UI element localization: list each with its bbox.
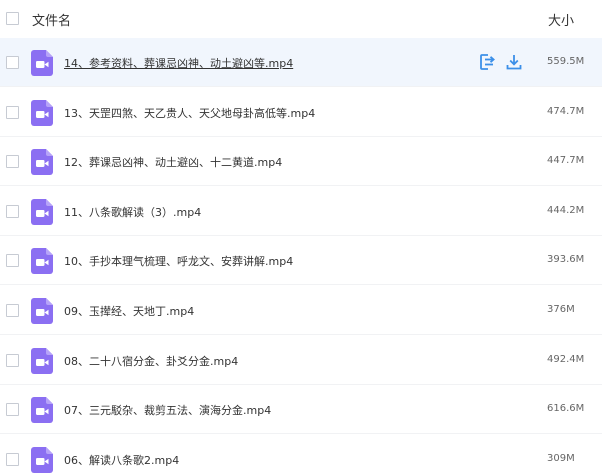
file-name[interactable]: 13、天罡四煞、天乙贵人、天父地母卦高低等.mp4: [64, 105, 315, 121]
download-icon[interactable]: [505, 53, 523, 71]
file-row[interactable]: 14、参考资料、葬课忌凶神、动土避凶等.mp4 559.5M: [0, 38, 602, 87]
file-size: 492.4M: [547, 354, 585, 365]
file-row[interactable]: 08、二十八宿分金、卦爻分金.mp4 492.4M: [0, 336, 602, 385]
video-file-icon: [31, 100, 53, 126]
file-name[interactable]: 11、八条歌解读（3）.mp4: [64, 204, 201, 220]
file-list-header: 文件名 大小: [0, 0, 602, 38]
file-name[interactable]: 07、三元駁杂、裁剪五法、演海分金.mp4: [64, 402, 271, 418]
video-file-icon: [31, 248, 53, 274]
file-row[interactable]: 13、天罡四煞、天乙贵人、天父地母卦高低等.mp4 474.7M: [0, 88, 602, 137]
file-size: 447.7M: [547, 155, 585, 166]
file-size: 474.7M: [547, 106, 585, 117]
file-name[interactable]: 08、二十八宿分金、卦爻分金.mp4: [64, 353, 238, 369]
row-checkbox[interactable]: [6, 403, 19, 416]
file-name[interactable]: 12、葬课忌凶神、动土避凶、十二黄道.mp4: [64, 154, 282, 170]
file-row[interactable]: 09、玉撵经、天地丁.mp4 376M: [0, 286, 602, 335]
row-checkbox[interactable]: [6, 155, 19, 168]
row-checkbox[interactable]: [6, 453, 19, 466]
file-size: 616.6M: [547, 403, 585, 414]
file-name[interactable]: 06、解读八条歌2.mp4: [64, 452, 179, 468]
column-header-name[interactable]: 文件名: [32, 10, 71, 29]
video-file-icon: [31, 397, 53, 423]
open-icon[interactable]: [479, 53, 497, 71]
video-file-icon: [31, 50, 53, 76]
file-size: 559.5M: [547, 56, 585, 67]
row-checkbox[interactable]: [6, 205, 19, 218]
file-row[interactable]: 12、葬课忌凶神、动土避凶、十二黄道.mp4 447.7M: [0, 137, 602, 186]
row-checkbox[interactable]: [6, 56, 19, 69]
file-list-page: 文件名 大小 14、参考资料、葬课忌凶神、动土避凶等.mp4 559.5M 13、天…: [0, 0, 602, 475]
video-file-icon: [31, 149, 53, 175]
file-name[interactable]: 09、玉撵经、天地丁.mp4: [64, 303, 194, 319]
file-name[interactable]: 14、参考资料、葬课忌凶神、动土避凶等.mp4: [64, 55, 293, 71]
file-row[interactable]: 07、三元駁杂、裁剪五法、演海分金.mp4 616.6M: [0, 385, 602, 434]
file-size: 376M: [547, 304, 575, 315]
file-size: 444.2M: [547, 205, 585, 216]
video-file-icon: [31, 447, 53, 473]
file-row[interactable]: 10、手抄本理气梳理、呼龙文、安葬讲解.mp4 393.6M: [0, 236, 602, 285]
file-row[interactable]: 11、八条歌解读（3）.mp4 444.2M: [0, 187, 602, 236]
video-file-icon: [31, 199, 53, 225]
column-header-size[interactable]: 大小: [548, 10, 574, 29]
row-checkbox[interactable]: [6, 304, 19, 317]
row-checkbox[interactable]: [6, 354, 19, 367]
select-all-checkbox[interactable]: [6, 12, 19, 25]
video-file-icon: [31, 348, 53, 374]
file-size: 393.6M: [547, 254, 585, 265]
row-checkbox[interactable]: [6, 106, 19, 119]
file-row[interactable]: 06、解读八条歌2.mp4 309M: [0, 435, 602, 475]
row-checkbox[interactable]: [6, 254, 19, 267]
file-size: 309M: [547, 453, 575, 464]
file-name[interactable]: 10、手抄本理气梳理、呼龙文、安葬讲解.mp4: [64, 253, 293, 269]
video-file-icon: [31, 298, 53, 324]
